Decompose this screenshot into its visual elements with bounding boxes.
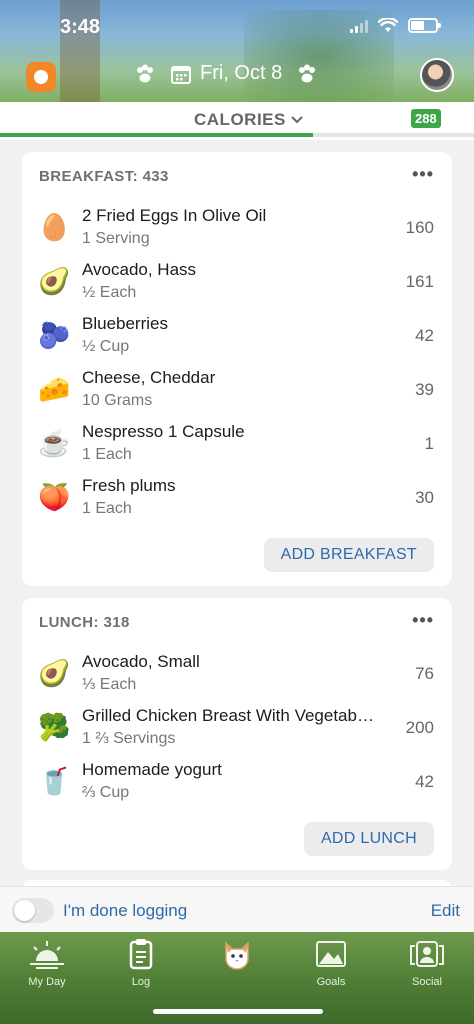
food-name: Grilled Chicken Breast With Vegetab… bbox=[82, 706, 374, 725]
food-calories: 76 bbox=[415, 664, 434, 683]
food-portion: ½ Each bbox=[82, 284, 137, 301]
lunch-more-button[interactable]: ••• bbox=[412, 610, 434, 631]
food-calories: 42 bbox=[415, 326, 434, 345]
food-item[interactable]: 🧀 Cheese, Cheddar 10 Grams 39 bbox=[22, 362, 452, 416]
add-breakfast-button[interactable]: ADD BREAKFAST bbox=[263, 538, 434, 572]
tab-label: Goals bbox=[316, 976, 346, 988]
food-calories: 39 bbox=[415, 380, 434, 399]
wifi-icon bbox=[378, 18, 398, 32]
lunch-title: LUNCH: 318 bbox=[39, 614, 130, 631]
header: 3:48 Fri, Oct 8 bbox=[0, 0, 474, 102]
tab-social[interactable]: Social bbox=[390, 938, 464, 988]
calories-progress-track bbox=[0, 133, 474, 137]
edit-button[interactable]: Edit bbox=[431, 901, 460, 921]
cheese-icon: 🧀 bbox=[38, 374, 71, 404]
tab-my-day[interactable]: My Day bbox=[10, 938, 84, 988]
tab-goals[interactable]: Goals bbox=[294, 938, 368, 988]
prev-day-paw-icon[interactable] bbox=[134, 63, 156, 85]
tab-label: Social bbox=[412, 976, 442, 988]
food-name: Homemade yogurt bbox=[82, 760, 222, 779]
tab-label: My Day bbox=[28, 976, 66, 988]
food-portion: ⅔ Cup bbox=[82, 784, 130, 801]
clipboard-icon bbox=[129, 939, 153, 970]
done-logging-toggle[interactable] bbox=[12, 898, 54, 923]
calories-progress-fill bbox=[0, 133, 313, 137]
plum-icon: 🍑 bbox=[38, 482, 71, 512]
food-portion: 1 Serving bbox=[82, 230, 150, 247]
calories-dropdown[interactable]: CALORIES bbox=[194, 110, 304, 130]
food-portion: 1 Each bbox=[82, 446, 132, 463]
social-icon bbox=[410, 941, 444, 967]
food-item[interactable]: 🥤 Homemade yogurt ⅔ Cup 42 bbox=[22, 754, 452, 808]
egg-icon: 🥚 bbox=[38, 212, 71, 242]
food-name: Fresh plums bbox=[82, 476, 176, 495]
coffee-icon: ☕ bbox=[38, 428, 71, 458]
food-portion: ½ Cup bbox=[82, 338, 130, 355]
yogurt-icon: 🥤 bbox=[38, 766, 71, 796]
sunrise-icon bbox=[30, 941, 64, 969]
food-item[interactable]: 🥑 Avocado, Hass ½ Each 161 bbox=[22, 254, 452, 308]
tab-log[interactable]: Log bbox=[104, 938, 178, 988]
done-logging-bar: I'm done logging Edit bbox=[0, 886, 474, 932]
calories-label: CALORIES bbox=[194, 110, 286, 129]
food-name: Blueberries bbox=[82, 314, 168, 333]
food-portion: 1 Each bbox=[82, 500, 132, 517]
avocado-icon: 🥑 bbox=[38, 266, 71, 296]
breakfast-card: BREAKFAST: 433 ••• 🥚 2 Fried Eggs In Oli… bbox=[22, 152, 452, 586]
mountain-icon bbox=[316, 941, 346, 967]
date-picker[interactable]: Fri, Oct 8 bbox=[170, 62, 282, 85]
cat-icon bbox=[225, 941, 249, 970]
food-name: Nespresso 1 Capsule bbox=[82, 422, 245, 441]
food-portion: ⅓ Each bbox=[82, 676, 137, 693]
paw-menu-icon[interactable] bbox=[26, 62, 56, 92]
battery-icon bbox=[408, 18, 441, 33]
breakfast-more-button[interactable]: ••• bbox=[412, 164, 434, 185]
food-item[interactable]: 🫐 Blueberries ½ Cup 42 bbox=[22, 308, 452, 362]
food-item[interactable]: 🍑 Fresh plums 1 Each 30 bbox=[22, 470, 452, 524]
food-calories: 160 bbox=[405, 218, 434, 237]
add-lunch-button[interactable]: ADD LUNCH bbox=[303, 822, 434, 856]
food-calories: 42 bbox=[415, 772, 434, 791]
tab-label: Log bbox=[131, 976, 151, 988]
tab-cat[interactable] bbox=[200, 938, 274, 976]
food-name: Avocado, Small bbox=[82, 652, 200, 671]
calendar-icon bbox=[171, 65, 191, 84]
food-name: Avocado, Hass bbox=[82, 260, 197, 279]
signal-icon bbox=[350, 19, 368, 33]
food-item[interactable]: 🥚 2 Fried Eggs In Olive Oil 1 Serving 16… bbox=[22, 200, 452, 254]
food-name: 2 Fried Eggs In Olive Oil bbox=[82, 206, 267, 225]
food-name: Cheese, Cheddar bbox=[82, 368, 216, 387]
done-logging-label: I'm done logging bbox=[63, 901, 188, 920]
breakfast-title: BREAKFAST: 433 bbox=[39, 168, 169, 185]
food-portion: 1 ⅔ Servings bbox=[82, 730, 176, 747]
calories-remaining-badge: 288 bbox=[411, 109, 441, 128]
food-calories: 161 bbox=[405, 272, 434, 291]
food-item[interactable]: 🥑 Avocado, Small ⅓ Each 76 bbox=[22, 646, 452, 700]
food-item[interactable]: 🥦 Grilled Chicken Breast With Vegetab… 1… bbox=[22, 700, 452, 754]
broccoli-icon: 🥦 bbox=[38, 712, 71, 742]
status-icons bbox=[350, 18, 441, 33]
food-portion: 10 Grams bbox=[82, 392, 153, 409]
avocado-icon: 🥑 bbox=[38, 658, 71, 688]
chevron-down-icon bbox=[291, 116, 303, 124]
blueberries-icon: 🫐 bbox=[38, 320, 71, 350]
avatar[interactable] bbox=[420, 58, 454, 92]
current-date: Fri, Oct 8 bbox=[200, 62, 283, 84]
food-calories: 30 bbox=[415, 488, 434, 507]
date-navigator: Fri, Oct 8 bbox=[134, 62, 318, 85]
lunch-card: LUNCH: 318 ••• 🥑 Avocado, Small ⅓ Each 7… bbox=[22, 598, 452, 870]
food-calories: 200 bbox=[405, 718, 434, 737]
food-calories: 1 bbox=[424, 434, 434, 453]
home-indicator bbox=[153, 1009, 323, 1014]
next-day-paw-icon[interactable] bbox=[296, 63, 318, 85]
food-item[interactable]: ☕ Nespresso 1 Capsule 1 Each 1 bbox=[22, 416, 452, 470]
status-time: 3:48 bbox=[60, 16, 101, 38]
